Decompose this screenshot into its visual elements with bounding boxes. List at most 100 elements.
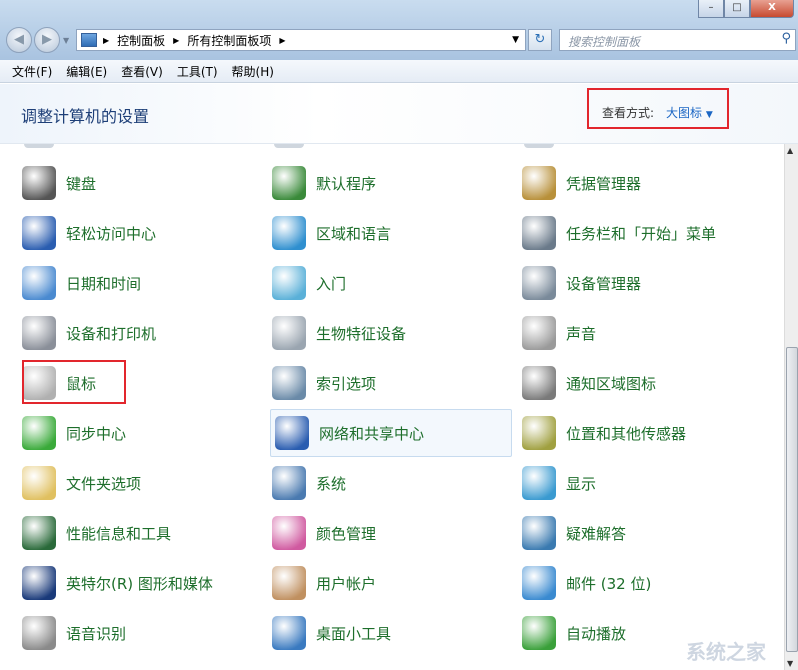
control-panel-item[interactable]: 位置和其他传感器	[518, 409, 760, 457]
item-label: 生物特征设备	[316, 324, 407, 343]
partial-item-icon	[524, 144, 554, 148]
item-label: 区域和语言	[316, 224, 392, 243]
item-label: 英特尔(R) 图形和媒体	[66, 574, 213, 593]
scroll-up-arrow-icon[interactable]: ▲	[787, 146, 793, 155]
speech-recognition-icon	[22, 616, 56, 650]
item-label: 通知区域图标	[566, 374, 657, 393]
scroll-down-arrow-icon[interactable]: ▼	[787, 659, 793, 668]
display-icon	[522, 466, 556, 500]
minimize-button[interactable]: –	[698, 0, 724, 18]
search-icon[interactable]: ⚲	[781, 31, 791, 46]
region-language-icon	[272, 216, 306, 250]
control-panel-item[interactable]: 声音	[518, 309, 760, 357]
recent-pages-dropdown[interactable]: ▼	[63, 36, 69, 45]
control-panel-item[interactable]: 设备和打印机	[18, 309, 260, 357]
close-button[interactable]: X	[750, 0, 794, 18]
ease-of-access-icon	[22, 216, 56, 250]
biometric-icon	[272, 316, 306, 350]
location-sensors-icon	[522, 416, 556, 450]
item-label: 文件夹选项	[66, 474, 142, 493]
date-time-icon	[22, 266, 56, 300]
title-bar: – □ X ◀ ▶ ▼ ▶ 控制面板 ▶ 所有控制面板项 ▶ ▼ ↻ 搜索控制面…	[0, 0, 798, 60]
control-panel-item[interactable]: 网络和共享中心	[270, 409, 512, 457]
control-panel-icon	[81, 33, 97, 47]
partial-item-icon	[274, 144, 304, 148]
item-label: 设备和打印机	[66, 324, 157, 343]
item-label: 用户帐户	[316, 574, 377, 593]
menu-bar: 文件(F) 编辑(E) 查看(V) 工具(T) 帮助(H)	[0, 60, 798, 83]
sound-icon	[522, 316, 556, 350]
chevron-right-icon[interactable]: ▶	[279, 36, 285, 45]
control-panel-item[interactable]: 键盘	[18, 159, 260, 207]
control-panel-items: 键盘 默认程序 凭据管理器 轻松访问中心 区域和语言 任务栏和「开始」菜单 日期和时间 入门设…	[0, 144, 784, 670]
control-panel-item[interactable]: 入门	[268, 259, 510, 307]
control-panel-item[interactable]: 用户帐户	[268, 559, 510, 607]
address-bar[interactable]: ▶ 控制面板 ▶ 所有控制面板项 ▶ ▼	[76, 29, 526, 51]
control-panel-item[interactable]: 默认程序	[268, 159, 510, 207]
highlight-box-view-by	[587, 88, 729, 129]
item-label: 网络和共享中心	[319, 424, 425, 443]
refresh-button[interactable]: ↻	[528, 29, 552, 51]
control-panel-item[interactable]: 同步中心	[18, 409, 260, 457]
forward-button[interactable]: ▶	[34, 27, 60, 53]
item-label: 键盘	[66, 174, 97, 193]
partial-item-icon	[24, 144, 54, 148]
devices-printers-icon	[22, 316, 56, 350]
address-dropdown-icon[interactable]: ▼	[512, 35, 519, 45]
item-label: 疑难解答	[566, 524, 627, 543]
menu-edit[interactable]: 编辑(E)	[66, 63, 107, 80]
control-panel-item[interactable]: 日期和时间	[18, 259, 260, 307]
control-panel-item[interactable]: 颜色管理	[268, 509, 510, 557]
default-programs-icon	[272, 166, 306, 200]
control-panel-item[interactable]: 索引选项	[268, 359, 510, 407]
breadcrumb-all-items[interactable]: 所有控制面板项	[187, 32, 271, 49]
getting-started-icon	[272, 266, 306, 300]
menu-view[interactable]: 查看(V)	[121, 63, 163, 80]
item-label: 桌面小工具	[316, 624, 392, 643]
menu-help[interactable]: 帮助(H)	[232, 63, 274, 80]
indexing-icon	[272, 366, 306, 400]
maximize-button[interactable]: □	[724, 0, 750, 18]
scrollbar-thumb[interactable]	[786, 347, 798, 652]
control-panel-item[interactable]: 文件夹选项	[18, 459, 260, 507]
control-panel-item[interactable]: 语音识别	[18, 609, 260, 657]
control-panel-item[interactable]: 设备管理器	[518, 259, 760, 307]
item-label: 凭据管理器	[566, 174, 642, 193]
item-label: 自动播放	[566, 624, 627, 643]
control-panel-item[interactable]: 生物特征设备	[268, 309, 510, 357]
item-label: 日期和时间	[66, 274, 142, 293]
menu-tools[interactable]: 工具(T)	[177, 63, 218, 80]
control-panel-item[interactable]: 系统	[268, 459, 510, 507]
autoplay-icon	[522, 616, 556, 650]
control-panel-item[interactable]: 区域和语言	[268, 209, 510, 257]
menu-file[interactable]: 文件(F)	[12, 63, 52, 80]
control-panel-item[interactable]: 性能信息和工具	[18, 509, 260, 557]
search-input[interactable]: 搜索控制面板 ⚲	[559, 29, 796, 51]
chevron-right-icon[interactable]: ▶	[103, 36, 109, 45]
keyboard-icon	[22, 166, 56, 200]
highlight-box-mouse	[22, 360, 126, 404]
item-label: 轻松访问中心	[66, 224, 157, 243]
network-sharing-icon	[275, 416, 309, 450]
breadcrumb-control-panel[interactable]: 控制面板	[117, 32, 165, 49]
intel-graphics-icon	[22, 566, 56, 600]
search-placeholder: 搜索控制面板	[568, 35, 641, 49]
desktop-gadgets-icon	[272, 616, 306, 650]
control-panel-item[interactable]: 英特尔(R) 图形和媒体	[18, 559, 260, 607]
item-label: 任务栏和「开始」菜单	[566, 224, 717, 243]
control-panel-item[interactable]: 通知区域图标	[518, 359, 760, 407]
control-panel-item[interactable]: 桌面小工具	[268, 609, 510, 657]
troubleshooting-icon	[522, 516, 556, 550]
item-label: 系统	[316, 474, 347, 493]
back-button[interactable]: ◀	[6, 27, 32, 53]
control-panel-item[interactable]: 疑难解答	[518, 509, 760, 557]
control-panel-item[interactable]: 凭据管理器	[518, 159, 760, 207]
control-panel-item[interactable]: 邮件 (32 位)	[518, 559, 760, 607]
device-manager-icon	[522, 266, 556, 300]
chevron-right-icon[interactable]: ▶	[173, 36, 179, 45]
item-label: 性能信息和工具	[66, 524, 172, 543]
vertical-scrollbar[interactable]: ▲ ▼	[784, 144, 798, 670]
control-panel-item[interactable]: 轻松访问中心	[18, 209, 260, 257]
control-panel-item[interactable]: 任务栏和「开始」菜单	[518, 209, 760, 257]
control-panel-item[interactable]: 显示	[518, 459, 760, 507]
